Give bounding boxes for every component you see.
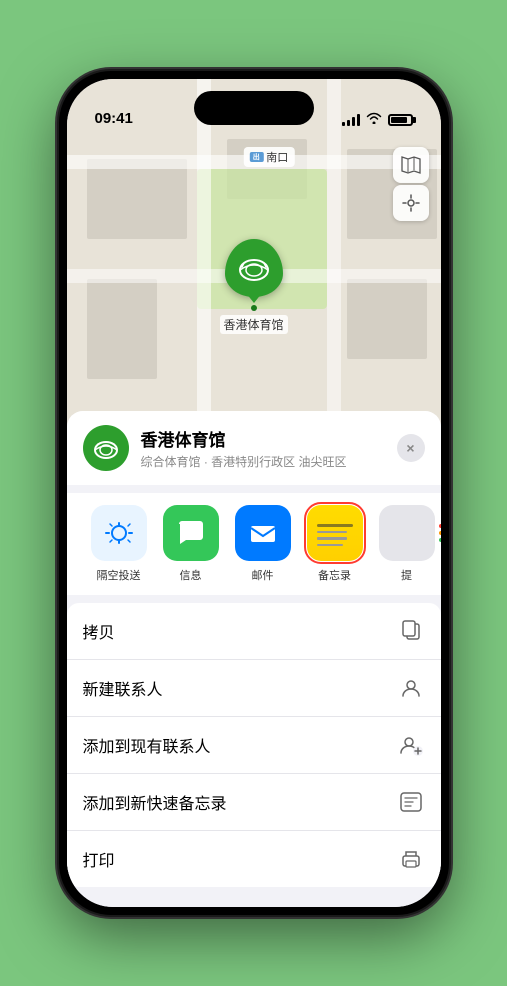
venue-card: 香港体育馆 综合体育馆 · 香港特别行政区 油尖旺区 × [67,411,441,485]
action-new-contact-label: 新建联系人 [83,676,163,700]
venue-subtitle: 综合体育馆 · 香港特别行政区 油尖旺区 [141,453,397,470]
map-controls [393,147,429,221]
share-item-airdrop[interactable]: 隔空投送 [83,505,155,583]
action-new-contact[interactable]: 新建联系人 [67,660,441,717]
copy-icon [397,617,425,645]
action-copy-label: 拷贝 [83,619,115,643]
action-add-notes[interactable]: 添加到新快速备忘录 [67,774,441,831]
more-icon [379,505,435,561]
map-label: 出 南口 [243,147,294,167]
map-type-button[interactable] [393,147,429,183]
status-icons [342,112,413,127]
venue-close-button[interactable]: × [397,434,425,462]
map-exit-icon: 出 [249,152,263,162]
action-copy[interactable]: 拷贝 [67,603,441,660]
signal-bars-icon [342,114,360,126]
share-item-mail[interactable]: 邮件 [227,505,299,583]
share-item-messages[interactable]: 信息 [155,505,227,583]
venue-info: 香港体育馆 综合体育馆 · 香港特别行政区 油尖旺区 [141,426,397,470]
action-add-contact-label: 添加到现有联系人 [83,733,211,757]
scroll-dots [439,524,441,542]
action-add-notes-label: 添加到新快速备忘录 [83,790,227,814]
share-row: 隔空投送 信息 [67,493,441,595]
add-notes-icon [397,788,425,816]
venue-name: 香港体育馆 [141,426,397,451]
phone-screen: 09:41 [67,79,441,907]
notes-icon [307,505,363,561]
phone-frame: 09:41 [59,71,449,915]
share-item-more[interactable]: 提 [371,505,441,583]
action-add-contact[interactable]: 添加到现有联系人 [67,717,441,774]
share-airdrop-label: 隔空投送 [97,567,141,583]
add-contact-icon [397,731,425,759]
share-more-label: 提 [401,567,412,583]
share-mail-label: 邮件 [252,567,274,583]
bottom-sheet: 香港体育馆 综合体育馆 · 香港特别行政区 油尖旺区 × 隔 [67,411,441,907]
marker-pin [224,239,282,297]
share-item-notes[interactable]: 备忘录 [299,505,371,583]
marker-label: 香港体育馆 [219,315,287,334]
wifi-icon [366,112,382,127]
status-time: 09:41 [95,110,133,127]
print-icon [397,845,425,873]
share-messages-label: 信息 [180,567,202,583]
messages-icon [163,505,219,561]
new-contact-icon [397,674,425,702]
dynamic-island [194,91,314,125]
marker-dot [250,305,256,311]
mail-icon [235,505,291,561]
action-print[interactable]: 打印 [67,831,441,887]
location-button[interactable] [393,185,429,221]
action-print-label: 打印 [83,847,115,871]
action-list: 拷贝 新建联系人 [67,603,441,887]
battery-icon [388,114,413,126]
stadium-marker[interactable]: 香港体育馆 [219,239,287,334]
venue-icon [83,425,129,471]
share-notes-label: 备忘录 [318,567,351,583]
airdrop-icon [91,505,147,561]
